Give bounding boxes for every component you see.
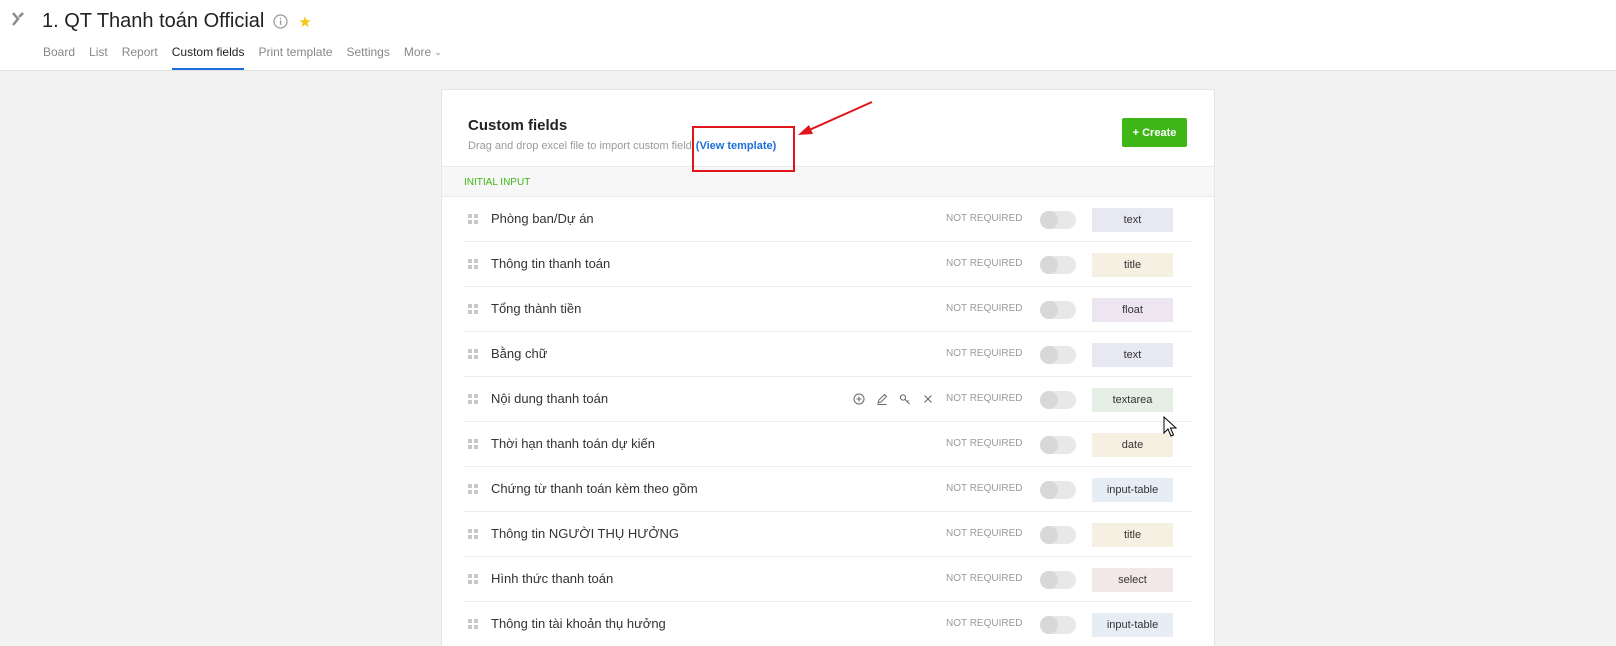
drag-handle-icon[interactable]: [468, 439, 478, 449]
field-row[interactable]: Thông tin NGƯỜI THỤ HƯỞNG NOT REQUIRED tit…: [464, 512, 1192, 557]
field-row[interactable]: Hình thức thanh toán NOT REQUIRED select: [464, 557, 1192, 602]
star-icon[interactable]: ★: [298, 13, 311, 31]
field-name: Chứng từ thanh toán kèm theo gồm: [491, 481, 698, 496]
field-row[interactable]: Tổng thành tiền NOT REQUIRED float: [464, 287, 1192, 332]
field-type-badge: text: [1092, 343, 1173, 367]
field-type-badge: title: [1092, 523, 1173, 547]
required-status: NOT REQUIRED: [946, 528, 1023, 539]
drag-handle-icon[interactable]: [468, 259, 478, 269]
field-row[interactable]: Nội dung thanh toán NOT REQUIRED textarea: [464, 377, 1192, 422]
field-type-badge: textarea: [1092, 388, 1173, 412]
row-actions: [851, 391, 943, 406]
required-status: NOT REQUIRED: [946, 618, 1023, 629]
drag-handle-icon[interactable]: [468, 349, 478, 359]
required-status: NOT REQUIRED: [946, 258, 1023, 269]
tab-settings[interactable]: Settings: [347, 45, 390, 70]
required-status: NOT REQUIRED: [946, 348, 1023, 359]
required-status: NOT REQUIRED: [946, 483, 1023, 494]
tab-board[interactable]: Board: [43, 45, 75, 70]
field-row[interactable]: Thông tin tài khoản thụ hưởng NOT REQUIRE…: [464, 602, 1192, 646]
required-toggle[interactable]: [1040, 301, 1076, 319]
annotation-arrow-icon: [798, 101, 873, 135]
tab-more-label: More: [403, 45, 432, 59]
drag-handle-icon[interactable]: [468, 214, 478, 224]
field-type-badge: input-table: [1092, 613, 1173, 637]
required-toggle[interactable]: [1040, 391, 1076, 409]
required-status: NOT REQUIRED: [946, 393, 1023, 404]
tab-list[interactable]: List: [89, 45, 108, 70]
required-status: NOT REQUIRED: [946, 573, 1023, 584]
chevron-down-icon: ⌄: [434, 47, 442, 57]
required-status: NOT REQUIRED: [946, 438, 1023, 449]
required-toggle[interactable]: [1040, 481, 1076, 499]
field-name: Nội dung thanh toán: [491, 391, 609, 406]
field-name: Hình thức thanh toán: [491, 571, 614, 586]
required-status: NOT REQUIRED: [946, 213, 1023, 224]
card-title: Custom fields: [468, 117, 568, 134]
page-title: 1. QT Thanh toán Official: [42, 10, 265, 32]
tab-custom-fields[interactable]: Custom fields: [171, 45, 245, 70]
add-circle-icon[interactable]: [851, 391, 866, 406]
import-hint: Drag and drop excel file to import custo…: [468, 140, 692, 152]
section-initial-input: INITIAL INPUT: [442, 166, 1214, 197]
mouse-cursor-icon: [1163, 416, 1177, 437]
field-type-badge: date: [1092, 433, 1173, 457]
drag-handle-icon[interactable]: [468, 619, 478, 629]
required-toggle[interactable]: [1040, 526, 1076, 544]
field-name: Tổng thành tiền: [491, 301, 582, 316]
field-type-badge: input-table: [1092, 478, 1173, 502]
field-row[interactable]: Bằng chữ NOT REQUIRED text: [464, 332, 1192, 377]
field-row[interactable]: Thông tin thanh toán NOT REQUIRED title: [464, 242, 1192, 287]
tab-report[interactable]: Report: [122, 45, 158, 70]
annotation-highlight-box: [692, 126, 795, 172]
field-name: Phòng ban/Dự án: [491, 211, 594, 226]
tab-bar: Board List Report Custom fields Print te…: [43, 45, 456, 70]
key-icon[interactable]: [897, 391, 912, 406]
drag-handle-icon[interactable]: [468, 304, 478, 314]
info-icon[interactable]: [273, 14, 288, 29]
create-button[interactable]: + Create: [1122, 118, 1187, 147]
drag-handle-icon[interactable]: [468, 529, 478, 539]
field-name: Thời hạn thanh toán dự kiến: [491, 436, 655, 451]
field-row[interactable]: Chứng từ thanh toán kèm theo gồm NOT REQU…: [464, 467, 1192, 512]
custom-fields-card: Custom fields Drag and drop excel file t…: [441, 89, 1215, 646]
field-row[interactable]: Thời hạn thanh toán dự kiến NOT REQUIRED d…: [464, 422, 1192, 467]
required-status: NOT REQUIRED: [946, 303, 1023, 314]
field-name: Thông tin NGƯỜI THỤ HƯỞNG: [491, 526, 680, 541]
tab-more[interactable]: More ⌄: [404, 45, 442, 70]
drag-handle-icon[interactable]: [468, 394, 478, 404]
field-type-badge: text: [1092, 208, 1173, 232]
top-bar: 1. QT Thanh toán Official ★ Board List R…: [0, 0, 1616, 71]
field-type-badge: title: [1092, 253, 1173, 277]
required-toggle[interactable]: [1040, 256, 1076, 274]
required-toggle[interactable]: [1040, 211, 1076, 229]
field-name: Bằng chữ: [491, 346, 548, 361]
field-type-badge: float: [1092, 298, 1173, 322]
field-name: Thông tin thanh toán: [491, 256, 611, 271]
edit-icon[interactable]: [874, 391, 889, 406]
drag-handle-icon[interactable]: [468, 574, 478, 584]
close-icon[interactable]: [920, 391, 935, 406]
drag-handle-icon[interactable]: [468, 484, 478, 494]
field-name: Thông tin tài khoản thụ hưởng: [491, 616, 666, 631]
field-type-badge: select: [1092, 568, 1173, 592]
required-toggle[interactable]: [1040, 571, 1076, 589]
required-toggle[interactable]: [1040, 436, 1076, 454]
field-row[interactable]: Phòng ban/Dự án NOT REQUIRED text: [464, 197, 1192, 242]
required-toggle[interactable]: [1040, 616, 1076, 634]
required-toggle[interactable]: [1040, 346, 1076, 364]
fields-list: Phòng ban/Dự án NOT REQUIRED text Thông tin…: [442, 197, 1214, 646]
tab-print-template[interactable]: Print template: [258, 45, 332, 70]
back-icon[interactable]: [10, 10, 30, 30]
